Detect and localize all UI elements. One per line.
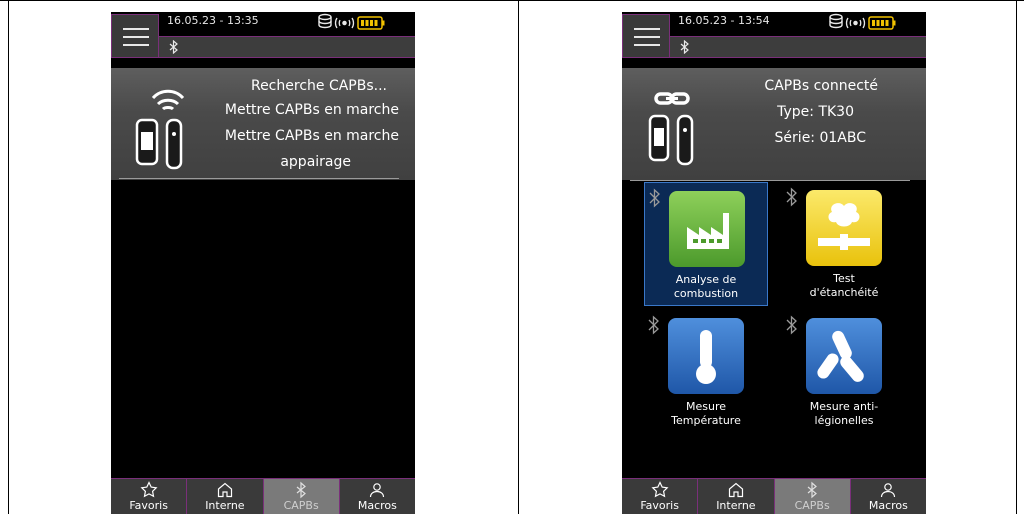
status-icons — [318, 13, 385, 30]
home-icon — [217, 482, 232, 498]
leak-test-icon — [806, 190, 882, 266]
status-icons — [829, 13, 896, 30]
status-line-2: Type: TK30 — [777, 104, 854, 120]
hamburger-line — [634, 44, 660, 46]
table-border-top — [0, 0, 1024, 1]
table-border-middle — [518, 0, 519, 514]
star-icon — [140, 481, 158, 498]
thermometer-icon — [668, 318, 744, 394]
bluetooth-icon — [807, 481, 818, 499]
status-line-1: Recherche CAPBs... — [250, 78, 387, 94]
nav-label: Favoris — [640, 499, 679, 512]
info-panel: CAPBs connecté Type: TK30 Série: 01ABC — [622, 68, 926, 180]
status-line-3: Mettre CAPBs en marche — [224, 128, 399, 144]
status-line-4: appairage — [280, 154, 351, 170]
nav-label: Favoris — [129, 499, 168, 512]
divider — [630, 180, 910, 181]
tile-temperature[interactable]: Mesure Température — [644, 310, 768, 434]
tile-anti-legionella[interactable]: Mesure anti- légionelles — [782, 310, 906, 434]
nav-label: CAPBs — [283, 499, 319, 512]
database-icon — [829, 13, 843, 29]
tile-label-line-2: d'étanchéité — [809, 286, 879, 299]
status-line-1: CAPBs connecté — [764, 78, 878, 94]
bacteria-icon — [806, 318, 882, 394]
bottom-nav: Favoris Interne CAPBs Macros — [111, 478, 415, 514]
wireless-icon — [845, 17, 866, 29]
device-connected-icon — [648, 92, 694, 166]
bluetooth-icon — [169, 40, 178, 54]
database-icon — [318, 13, 332, 29]
divider — [119, 178, 399, 179]
info-panel: Recherche CAPBs... Mettre CAPBs en march… — [111, 68, 415, 180]
factory-icon — [669, 191, 745, 267]
star-icon — [651, 481, 669, 498]
nav-item-favoris[interactable]: Favoris — [111, 479, 188, 514]
nav-label: Interne — [716, 499, 756, 512]
hamburger-line — [123, 36, 149, 38]
bluetooth-icon — [786, 187, 797, 207]
connection-bar — [670, 36, 926, 58]
nav-label: Interne — [205, 499, 245, 512]
datetime: 16.05.23 - 13:35 — [167, 14, 259, 27]
tile-label-line-2: légionelles — [814, 414, 874, 427]
bluetooth-icon — [649, 188, 660, 208]
bluetooth-icon — [296, 481, 307, 499]
bluetooth-icon — [680, 40, 689, 54]
nav-item-macros[interactable]: Macros — [851, 479, 926, 514]
user-icon — [881, 483, 896, 498]
nav-item-capbs[interactable]: CAPBs — [774, 479, 851, 514]
nav-label: Macros — [868, 499, 908, 512]
bottom-nav: Favoris Interne CAPBs Macros — [622, 478, 926, 514]
tile-label-line-1: Mesure — [685, 400, 726, 413]
status-line-2: Mettre CAPBs en marche — [224, 102, 399, 118]
left-device-screen: 16.05.23 - 13:35 Recherche CAPBs... Mett… — [111, 12, 415, 514]
wireless-icon — [334, 17, 355, 29]
bluetooth-icon — [786, 315, 797, 335]
table-border-left — [8, 0, 9, 514]
document-sheet: 16.05.23 - 13:35 Recherche CAPBs... Mett… — [0, 0, 1024, 514]
tile-combustion-analysis[interactable]: Analyse de combustion — [644, 182, 768, 306]
home-icon — [728, 482, 743, 498]
tile-label-line-2: Température — [671, 414, 741, 427]
user-icon — [370, 483, 385, 498]
tile-label-line-1: Test — [833, 272, 855, 285]
hamburger-line — [634, 28, 660, 30]
tile-leak-test[interactable]: Test d'étanchéité — [782, 182, 906, 306]
datetime: 16.05.23 - 13:54 — [678, 14, 770, 27]
battery-icon — [357, 16, 385, 30]
nav-item-interne[interactable]: Interne — [187, 479, 264, 514]
menu-button[interactable] — [111, 14, 159, 58]
device-search-icon — [135, 89, 185, 170]
table-border-right — [1016, 0, 1017, 514]
hamburger-line — [123, 44, 149, 46]
right-device-screen: 16.05.23 - 13:54 CAPBs connecté Type: TK… — [622, 12, 926, 514]
nav-label: Macros — [357, 499, 397, 512]
tile-label-line-1: Mesure anti- — [809, 400, 879, 413]
hamburger-line — [123, 28, 149, 30]
tile-label-line-2: combustion — [673, 287, 739, 300]
hamburger-line — [634, 36, 660, 38]
nav-item-macros[interactable]: Macros — [340, 479, 415, 514]
nav-item-capbs[interactable]: CAPBs — [263, 479, 340, 514]
nav-item-interne[interactable]: Interne — [698, 479, 775, 514]
status-line-3: Série: 01ABC — [774, 130, 866, 146]
tile-label-line-1: Analyse de — [675, 273, 737, 286]
menu-button[interactable] — [622, 14, 670, 58]
bluetooth-icon — [648, 315, 659, 335]
nav-label: CAPBs — [794, 499, 830, 512]
battery-icon — [868, 16, 896, 30]
nav-item-favoris[interactable]: Favoris — [622, 479, 699, 514]
connection-bar — [159, 36, 415, 58]
